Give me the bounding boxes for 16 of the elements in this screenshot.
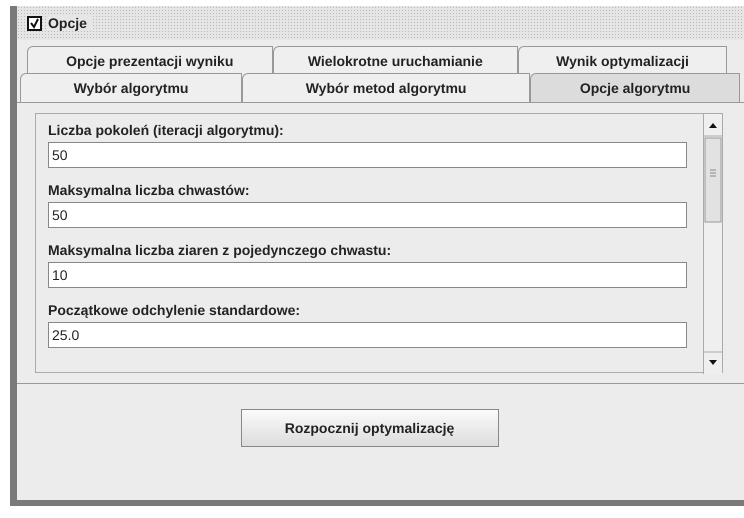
field-label: Maksymalna liczba chwastów: <box>48 181 251 200</box>
input-field[interactable]: 50 <box>48 142 687 168</box>
tab[interactable]: Wybór metod algorytmu <box>242 73 530 102</box>
field-label: Liczba pokoleń (iteracji algorytmu): <box>48 121 285 140</box>
input-field[interactable]: 50 <box>48 202 687 228</box>
input-field[interactable]: 10 <box>48 262 687 288</box>
field-label: Maksymalna liczba ziaren z pojedynczego chwastu: <box>48 241 392 260</box>
field-label: Początkowe odchylenie standardowe: <box>48 301 302 320</box>
tab[interactable]: Opcje algorytmu <box>530 73 740 102</box>
tab[interactable]: Wybór algorytmu <box>20 73 242 102</box>
tab[interactable]: Opcje prezentacji wyniku <box>27 46 273 75</box>
start-optimization-button[interactable]: Rozpocznij optymalizację <box>240 409 498 447</box>
window-title: Opcje <box>48 15 93 31</box>
tab[interactable]: Wynik optymalizacji <box>518 46 728 75</box>
input-field[interactable]: 25.0 <box>48 322 687 348</box>
tab[interactable]: Wielokrotne uruchamianie <box>272 46 518 75</box>
